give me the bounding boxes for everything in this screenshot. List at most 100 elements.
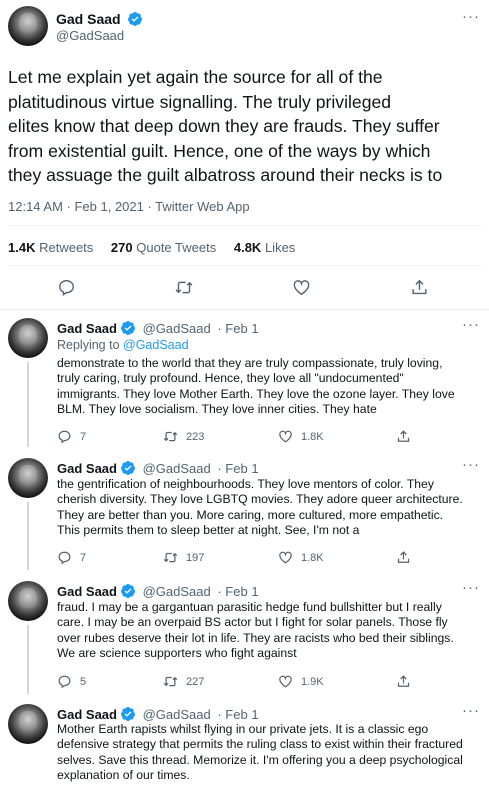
main-tweet-timestamp[interactable]: 12:14 AM · Feb 1, 2021 · Twitter Web App <box>8 199 250 214</box>
likes-label: Likes <box>264 240 296 255</box>
share-button[interactable] <box>396 429 419 444</box>
retweets-count: 1.4K <box>8 240 36 255</box>
reply-header: Gad Saad @GadSaad · Feb 1 <box>57 583 259 599</box>
share-icon[interactable] <box>410 278 429 297</box>
verified-badge-icon <box>120 321 135 335</box>
reply-avatar[interactable] <box>8 581 48 621</box>
reply-handle[interactable]: @GadSaad <box>143 321 211 336</box>
reply-button[interactable]: 5 <box>57 674 86 689</box>
reply-more-icon[interactable]: ··· <box>462 456 480 473</box>
main-tweet-handle[interactable]: @GadSaad <box>56 28 124 43</box>
share-button[interactable] <box>396 550 419 565</box>
retweet-button[interactable]: 197 <box>163 550 204 565</box>
retweet-icon[interactable] <box>174 278 194 297</box>
reply-text-line: immigrants. They love Mother Earth. They… <box>57 386 455 401</box>
reply-author-name[interactable]: Gad Saad <box>57 707 117 722</box>
reply-text-line: They are better than you. More caring, m… <box>57 507 444 522</box>
reply-text: demonstrate to the world that they are t… <box>57 356 487 417</box>
retweet-count: 227 <box>186 675 205 688</box>
verified-badge-icon <box>128 12 143 26</box>
reply-avatar[interactable] <box>8 318 48 358</box>
reply-text-line: selves. Save this thread. Memorize it. I… <box>57 752 463 767</box>
reply-handle[interactable]: @GadSaad <box>143 707 211 722</box>
reply-actions: 7 223 1.8K <box>57 429 417 445</box>
share-icon <box>397 675 410 687</box>
reply-actions: 5 227 1.9K <box>57 674 417 690</box>
reply-date[interactable]: · Feb 1 <box>217 707 258 722</box>
verified-badge-icon <box>120 584 135 598</box>
reply-text-line: explanation of our times. <box>57 767 190 782</box>
reply-icon <box>58 430 71 444</box>
verified-badge-icon <box>120 707 135 721</box>
retweet-button[interactable]: 223 <box>163 429 204 444</box>
reply-button[interactable]: 7 <box>57 429 86 444</box>
reply-count: 7 <box>80 551 87 564</box>
reply-text: Mother Earth rapists whilst flying in ou… <box>57 722 487 783</box>
main-tweet-text-line: Let me explain yet again the source for … <box>8 67 383 87</box>
reply-avatar[interactable] <box>8 458 48 498</box>
main-tweet-text-line: they assuage the guilt albatross around … <box>8 165 443 185</box>
quote-tweets-stat[interactable]: 270 Quote Tweets <box>111 240 216 255</box>
thread-line <box>27 362 29 447</box>
reply-text-line: care. I may be an overpaid BS actor but … <box>57 615 448 630</box>
main-tweet-author-name-row[interactable]: Gad Saad <box>56 11 143 27</box>
reply-header: Gad Saad @GadSaad · Feb 1 <box>57 320 259 336</box>
reply-text-line: the gentrification of neighbourhoods. Th… <box>57 477 434 491</box>
reply-handle[interactable]: @GadSaad <box>143 461 211 476</box>
share-icon <box>397 430 410 442</box>
reply-text-line: truly caring, truly profound. Hence, the… <box>57 371 404 386</box>
reply-author-name[interactable]: Gad Saad <box>57 584 117 599</box>
reply-avatar[interactable] <box>8 704 48 744</box>
retweet-count: 197 <box>186 551 205 564</box>
main-tweet-text-line: from existential guilt. Hence, one of th… <box>8 140 431 161</box>
reply-date[interactable]: · Feb 1 <box>217 321 258 336</box>
replying-to-handle-link[interactable]: @GadSaad <box>123 338 189 352</box>
main-tweet-stats: 1.4K Retweets 270 Quote Tweets 4.8K Like… <box>8 240 295 255</box>
share-button[interactable] <box>396 674 419 689</box>
main-tweet-text-line: platitudinous virtue signalling. The tru… <box>8 91 392 112</box>
like-button[interactable]: 1.9K <box>278 674 324 689</box>
retweet-icon <box>163 676 178 687</box>
reply-text-line: Mother Earth rapists whilst flying in ou… <box>57 722 429 736</box>
replying-to: Replying to @GadSaad <box>57 338 189 352</box>
reply-date[interactable]: · Feb 1 <box>217 461 258 476</box>
reply-button[interactable]: 7 <box>57 550 86 565</box>
reply-author-name[interactable]: Gad Saad <box>57 461 117 476</box>
divider <box>0 309 489 310</box>
reply-actions: 7 197 1.8K <box>57 550 417 566</box>
retweets-stat[interactable]: 1.4K Retweets <box>8 240 93 255</box>
like-icon <box>279 551 292 564</box>
reply-text: fraud. I may be a gargantuan parasitic h… <box>57 600 487 661</box>
thread-line <box>27 502 29 570</box>
reply-icon[interactable] <box>57 278 76 297</box>
reply-date[interactable]: · Feb 1 <box>217 584 258 599</box>
main-tweet-avatar[interactable] <box>8 6 48 46</box>
retweet-count: 223 <box>186 430 205 443</box>
verified-badge-icon <box>120 461 135 475</box>
like-count: 1.8K <box>301 430 324 443</box>
main-tweet-more-icon[interactable]: ··· <box>462 8 480 25</box>
reply-more-icon[interactable]: ··· <box>462 579 480 596</box>
reply-handle[interactable]: @GadSaad <box>143 584 211 599</box>
main-tweet-author-name[interactable]: Gad Saad <box>56 11 121 27</box>
reply-text-line: We are science supporters who fight agai… <box>57 645 297 660</box>
likes-stat[interactable]: 4.8K Likes <box>234 240 295 255</box>
divider <box>8 225 481 226</box>
reply-more-icon[interactable]: ··· <box>462 702 480 719</box>
reply-author-name[interactable]: Gad Saad <box>57 321 117 336</box>
reply-text-line: BLM. They love socialism. They love inne… <box>57 401 377 416</box>
like-button[interactable]: 1.8K <box>278 550 324 565</box>
main-tweet-text-line: elites know that deep down they are frau… <box>8 116 440 136</box>
like-icon[interactable] <box>292 278 311 297</box>
quote-tweets-label: Quote Tweets <box>136 240 217 255</box>
likes-count: 4.8K <box>233 240 262 255</box>
divider <box>8 265 481 266</box>
reply-text-line: This permits them to sleep better at nig… <box>57 522 360 537</box>
retweet-icon <box>163 552 178 563</box>
like-button[interactable]: 1.8K <box>278 429 324 444</box>
reply-text-line: defensive strategy that permits the ruli… <box>57 737 463 752</box>
reply-icon <box>58 675 71 689</box>
reply-more-icon[interactable]: ··· <box>462 316 480 333</box>
reply-text-line: over rubes deserve their lot in life. Th… <box>57 630 454 645</box>
retweet-button[interactable]: 227 <box>163 674 204 689</box>
